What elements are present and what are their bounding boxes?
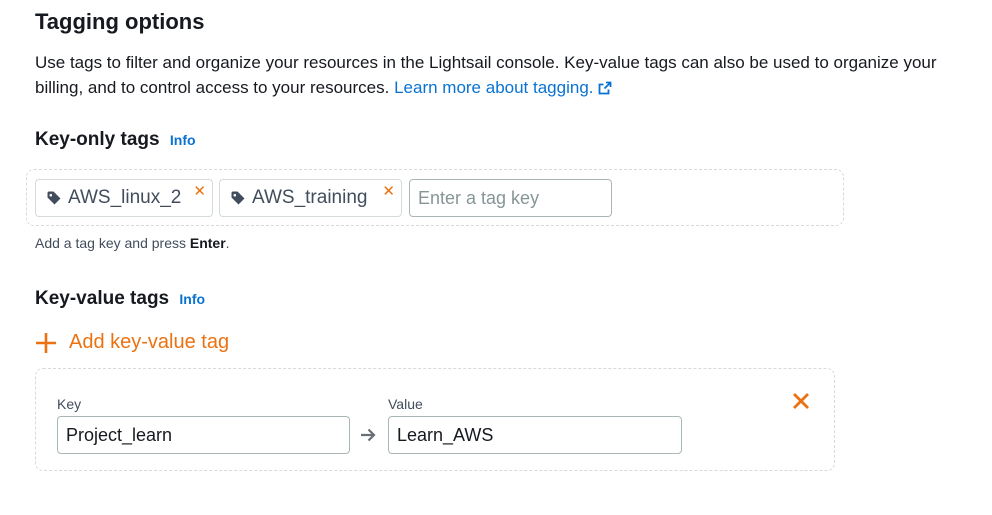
arrow-right-icon (359, 426, 377, 449)
tag-key-hint: Add a tag key and press Enter. (35, 235, 230, 251)
tag-token: AWS_training ✕ (219, 179, 402, 217)
value-field-label: Value (388, 396, 423, 412)
add-key-value-tag-button[interactable]: Add key-value tag (35, 331, 229, 354)
key-only-heading-label: Key-only tags (35, 129, 160, 150)
page-title: Tagging options (35, 9, 205, 34)
key-field-label: Key (57, 396, 82, 412)
key-only-heading: Key-only tags Info (35, 129, 196, 151)
hint-suffix: . (225, 235, 230, 251)
tag-key-input[interactable] (409, 179, 612, 217)
key-field[interactable] (57, 416, 350, 454)
external-link-icon (598, 77, 612, 102)
tagging-description: Use tags to filter and organize your res… (35, 50, 955, 102)
plus-icon (35, 332, 57, 354)
add-key-value-label: Add key-value tag (69, 331, 230, 353)
learn-more-link[interactable]: Learn more about tagging. (394, 78, 611, 97)
hint-key: Enter (189, 235, 226, 251)
remove-tag-icon[interactable]: ✕ (193, 184, 206, 199)
key-value-heading-label: Key-value tags (35, 288, 170, 309)
tag-token-label: AWS_training (252, 187, 368, 208)
remove-key-value-icon[interactable] (790, 390, 812, 417)
tag-icon (46, 190, 62, 206)
tag-icon (230, 190, 246, 206)
key-value-heading: Key-value tags Info (35, 288, 205, 310)
key-only-info-link[interactable]: Info (170, 132, 196, 148)
tag-token-label: AWS_linux_2 (68, 187, 182, 208)
learn-more-label: Learn more about tagging. (394, 78, 594, 97)
remove-tag-icon[interactable]: ✕ (382, 184, 395, 199)
hint-prefix: Add a tag key and press (35, 235, 190, 251)
tag-token: AWS_linux_2 ✕ (35, 179, 213, 217)
key-value-info-link[interactable]: Info (179, 291, 205, 307)
value-field[interactable] (388, 416, 682, 454)
